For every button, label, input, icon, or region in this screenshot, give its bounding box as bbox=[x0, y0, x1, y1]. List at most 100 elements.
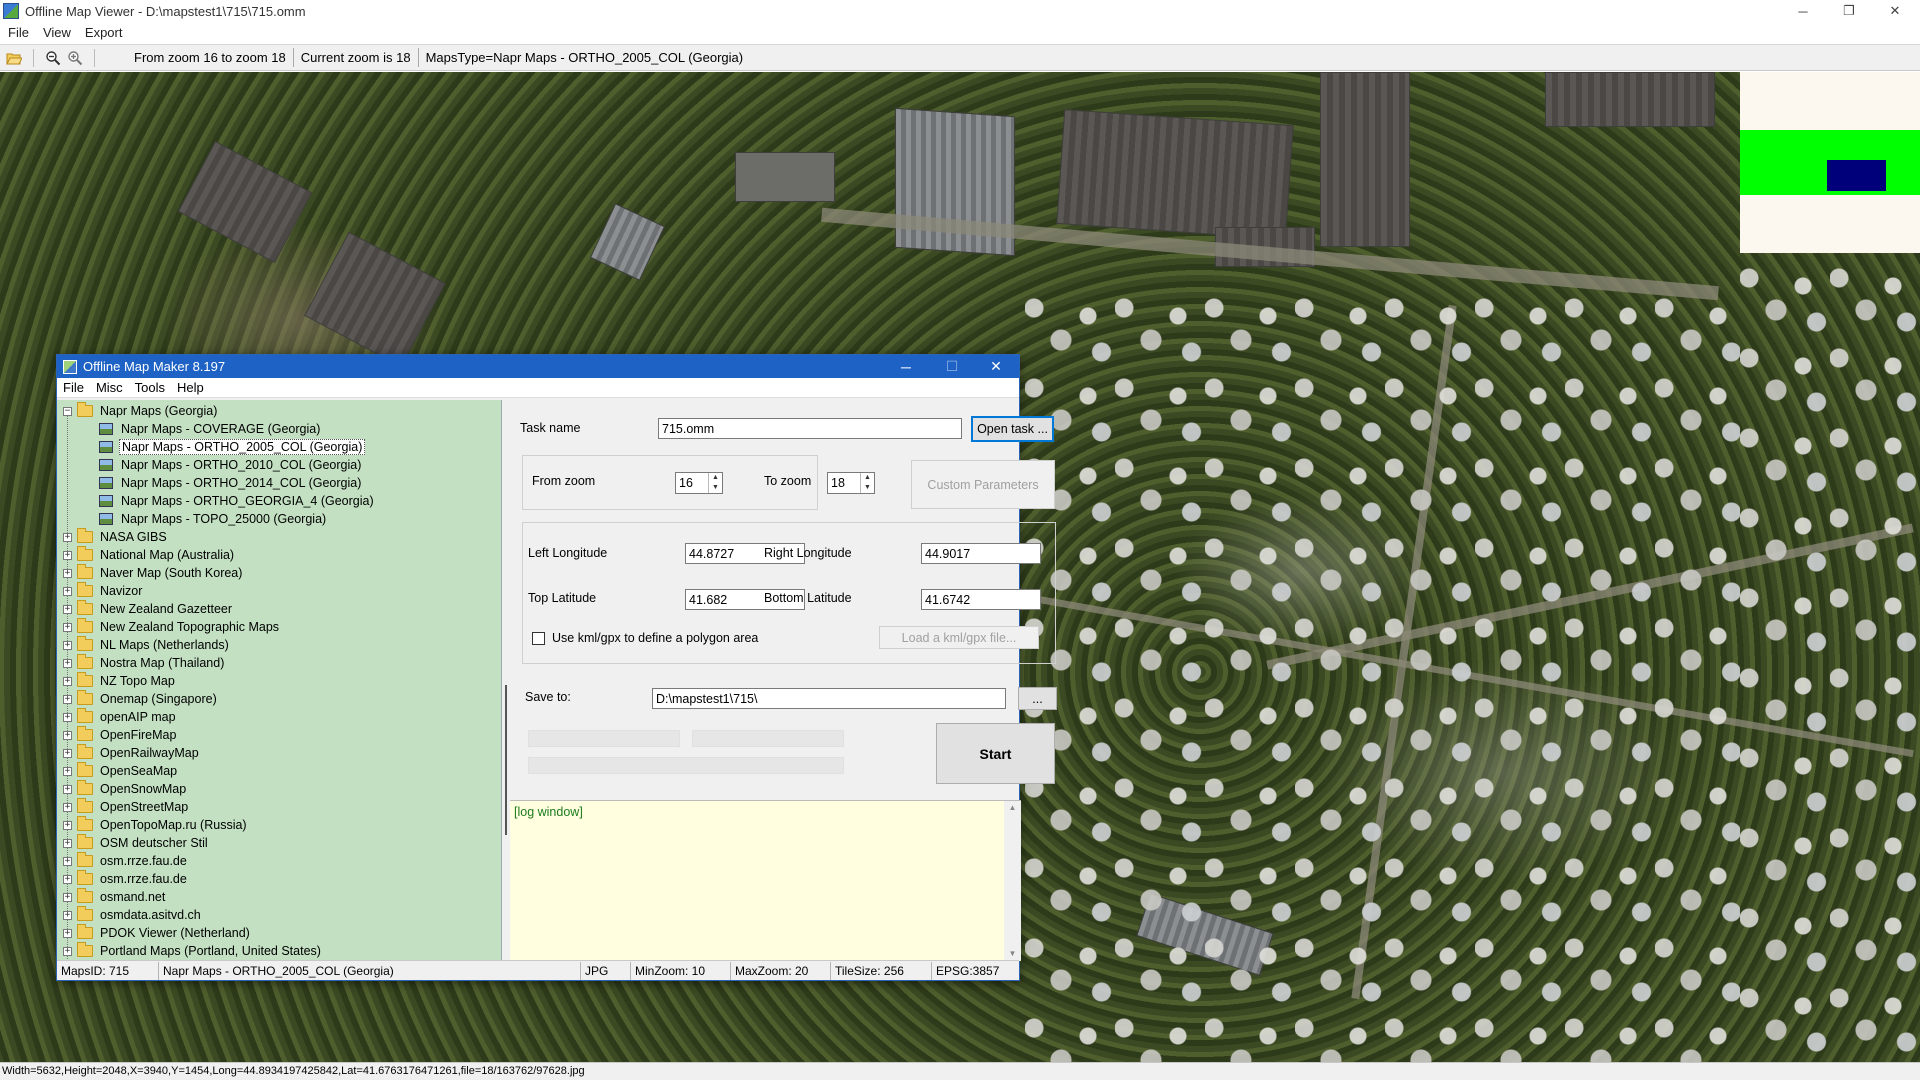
dialog-minimize-button[interactable]: ─ bbox=[883, 355, 929, 378]
menu-export[interactable]: Export bbox=[78, 25, 130, 40]
tree-folder-item[interactable]: + OpenSnowMap bbox=[63, 780, 188, 798]
expand-icon[interactable]: + bbox=[63, 928, 72, 938]
tree-folder-item[interactable]: + National Map (Australia) bbox=[63, 546, 236, 564]
expand-icon[interactable]: + bbox=[63, 550, 72, 560]
log-scrollbar[interactable]: ▲ ▼ bbox=[1004, 801, 1021, 961]
log-window[interactable]: [log window] ▲ ▼ bbox=[510, 800, 1021, 961]
expand-icon[interactable]: + bbox=[63, 532, 72, 542]
menu-view[interactable]: View bbox=[36, 25, 78, 40]
spin-down-icon[interactable]: ▼ bbox=[861, 483, 874, 493]
browse-button[interactable]: ... bbox=[1018, 687, 1057, 710]
tree-folder-item[interactable]: + Naver Map (South Korea) bbox=[63, 564, 244, 582]
expand-icon[interactable]: + bbox=[63, 892, 72, 902]
expand-icon[interactable]: + bbox=[63, 766, 72, 776]
tree-folder-item[interactable]: + OpenStreetMap bbox=[63, 798, 190, 816]
tree-scrollbar-thumb[interactable] bbox=[505, 685, 507, 835]
dialog-menu-tools[interactable]: Tools bbox=[129, 380, 171, 395]
spin-up-icon[interactable]: ▲ bbox=[861, 473, 874, 483]
use-kml-checkbox[interactable] bbox=[532, 632, 545, 645]
expand-icon[interactable]: + bbox=[63, 856, 72, 866]
zoom-out-button[interactable] bbox=[42, 47, 64, 69]
open-task-button[interactable]: Open task ... bbox=[971, 416, 1054, 442]
expand-icon[interactable]: + bbox=[63, 640, 72, 650]
tree-folder-item[interactable]: + osm.rrze.fau.de bbox=[63, 870, 189, 888]
tree-folder-napr-maps[interactable]: − Napr Maps (Georgia) bbox=[63, 402, 219, 420]
task-name-input[interactable] bbox=[658, 418, 962, 439]
to-zoom-spinner[interactable]: 18 ▲ ▼ bbox=[827, 472, 875, 494]
to-zoom-arrows[interactable]: ▲ ▼ bbox=[860, 473, 874, 493]
expand-icon[interactable]: + bbox=[63, 658, 72, 668]
start-button[interactable]: Start bbox=[936, 723, 1055, 784]
tree-folder-item[interactable]: + NASA GIBS bbox=[63, 528, 169, 546]
tree-folder-item[interactable]: + Onemap (Singapore) bbox=[63, 690, 219, 708]
expand-icon[interactable]: + bbox=[63, 820, 72, 830]
minimize-button[interactable]: ─ bbox=[1780, 0, 1826, 22]
tree-folder-item[interactable]: + openAIP map bbox=[63, 708, 178, 726]
expand-icon[interactable]: + bbox=[63, 910, 72, 920]
tree-folder-item[interactable]: + PDOK Viewer (Netherland) bbox=[63, 924, 252, 942]
tree-folder-item[interactable]: + OpenSeaMap bbox=[63, 762, 179, 780]
minimap-viewport-marker[interactable] bbox=[1827, 160, 1886, 191]
collapse-icon[interactable]: − bbox=[63, 406, 72, 416]
spin-up-icon[interactable]: ▲ bbox=[709, 473, 722, 483]
from-zoom-arrows[interactable]: ▲ ▼ bbox=[708, 473, 722, 493]
expand-icon[interactable]: + bbox=[63, 838, 72, 848]
open-folder-button[interactable] bbox=[3, 47, 25, 69]
tree-map-item[interactable]: Napr Maps - COVERAGE (Georgia) bbox=[99, 420, 322, 438]
tree-folder-item[interactable]: + OpenFireMap bbox=[63, 726, 178, 744]
menu-file[interactable]: File bbox=[0, 25, 36, 40]
tree-folder-item[interactable]: + NZ Topo Map bbox=[63, 672, 177, 690]
expand-icon[interactable]: + bbox=[63, 568, 72, 578]
spin-down-icon[interactable]: ▼ bbox=[709, 483, 722, 493]
zoom-in-button[interactable] bbox=[64, 47, 86, 69]
dialog-menu-file[interactable]: File bbox=[57, 380, 90, 395]
tree-map-item[interactable]: Napr Maps - ORTHO_GEORGIA_4 (Georgia) bbox=[99, 492, 376, 510]
tree-folder-item[interactable]: + Nostra Map (Thailand) bbox=[63, 654, 226, 672]
current-zoom-field: Current zoom is 18 bbox=[294, 48, 419, 67]
expand-icon[interactable]: + bbox=[63, 676, 72, 686]
bottom-latitude-input[interactable] bbox=[921, 589, 1041, 610]
right-longitude-input[interactable] bbox=[921, 543, 1041, 564]
dialog-close-button[interactable]: ✕ bbox=[973, 355, 1019, 378]
save-to-input[interactable] bbox=[652, 688, 1006, 709]
tree-map-item[interactable]: Napr Maps - ORTHO_2014_COL (Georgia) bbox=[99, 474, 363, 492]
expand-icon[interactable]: + bbox=[63, 946, 72, 956]
tree-folder-item[interactable]: + OSM deutscher Stil bbox=[63, 834, 210, 852]
pane-splitter[interactable] bbox=[502, 400, 510, 960]
tree-folder-item[interactable]: + Navizor bbox=[63, 582, 144, 600]
tree-folder-item[interactable]: + New Zealand Topographic Maps bbox=[63, 618, 281, 636]
expand-icon[interactable]: + bbox=[63, 694, 72, 704]
tree-folder-item[interactable]: + OpenTopoMap.ru (Russia) bbox=[63, 816, 249, 834]
scroll-up-icon[interactable]: ▲ bbox=[1004, 801, 1021, 815]
expand-icon[interactable]: + bbox=[63, 604, 72, 614]
tree-map-item[interactable]: Napr Maps - ORTHO_2005_COL (Georgia) bbox=[99, 438, 366, 456]
tree-folder-item[interactable]: + New Zealand Gazetteer bbox=[63, 600, 234, 618]
close-button[interactable]: ✕ bbox=[1872, 0, 1918, 22]
tree-map-item[interactable]: Napr Maps - ORTHO_2010_COL (Georgia) bbox=[99, 456, 363, 474]
expand-icon[interactable]: + bbox=[63, 748, 72, 758]
to-zoom-value: 18 bbox=[831, 476, 845, 490]
tree-folder-item[interactable]: + osmdata.asitvd.ch bbox=[63, 906, 203, 924]
tree-folder-item[interactable]: + NL Maps (Netherlands) bbox=[63, 636, 231, 654]
expand-icon[interactable]: + bbox=[63, 730, 72, 740]
tree-folder-item[interactable]: + osmand.net bbox=[63, 888, 167, 906]
tree-map-item[interactable]: Napr Maps - TOPO_25000 (Georgia) bbox=[99, 510, 328, 528]
tree-folder-item[interactable]: + OpenRailwayMap bbox=[63, 744, 201, 762]
tree-folder-item[interactable]: + osm.rrze.fau.de bbox=[63, 852, 189, 870]
expand-icon[interactable]: + bbox=[63, 802, 72, 812]
dialog-menu-help[interactable]: Help bbox=[171, 380, 210, 395]
expand-icon[interactable]: + bbox=[63, 586, 72, 596]
tree-folder-item[interactable]: + Portland Maps (Portland, United States) bbox=[63, 942, 323, 960]
expand-icon[interactable]: + bbox=[63, 784, 72, 794]
expand-icon[interactable]: + bbox=[63, 712, 72, 722]
restore-button[interactable]: ❐ bbox=[1826, 0, 1872, 22]
expand-icon[interactable]: + bbox=[63, 874, 72, 884]
expand-icon[interactable]: + bbox=[63, 622, 72, 632]
dialog-menu-misc[interactable]: Misc bbox=[90, 380, 129, 395]
map-source-tree[interactable]: − Napr Maps (Georgia) Napr Maps - COVERAGE… bbox=[57, 400, 502, 960]
scroll-down-icon[interactable]: ▼ bbox=[1004, 947, 1021, 961]
status-min-zoom: MinZoom: 10 bbox=[631, 961, 731, 980]
folder-icon bbox=[77, 582, 93, 597]
overview-minimap[interactable] bbox=[1740, 72, 1920, 253]
from-zoom-spinner[interactable]: 16 ▲ ▼ bbox=[675, 472, 723, 494]
